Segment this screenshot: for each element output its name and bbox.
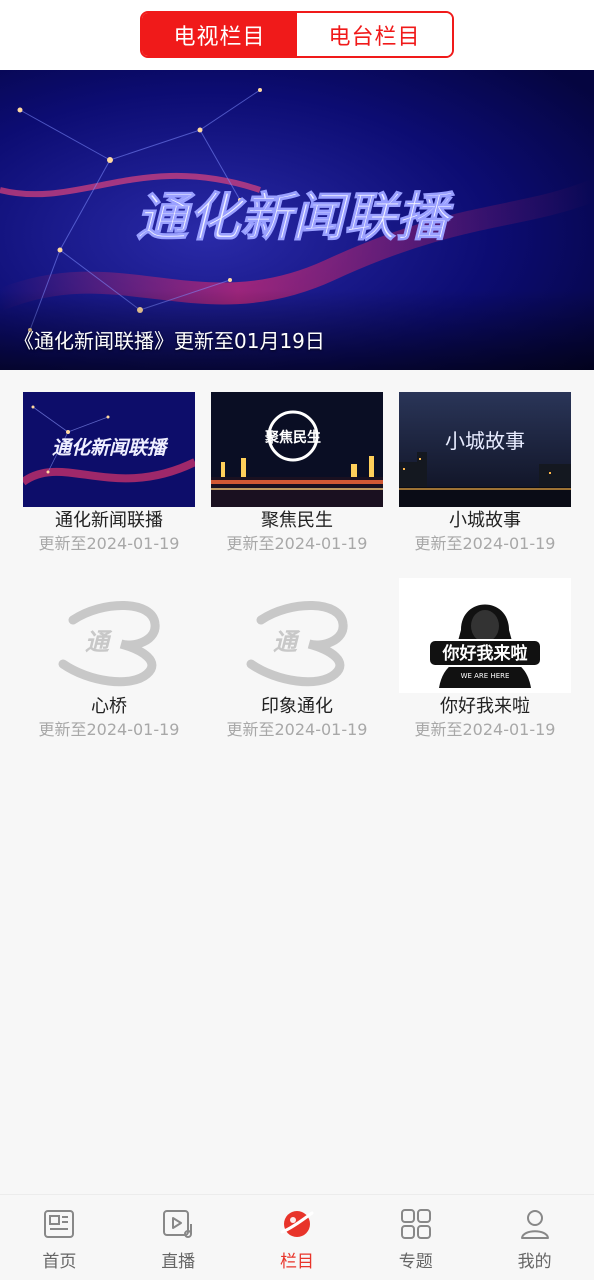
top-bar: 电视栏目 电台栏目 [0, 0, 594, 70]
hooded-figure-logo: 你好我来啦 WE ARE HERE [428, 604, 542, 688]
planet-icon [280, 1211, 314, 1237]
program-title: 小城故事 [449, 510, 521, 531]
svg-text:通化新闻联播: 通化新闻联播 [52, 437, 169, 459]
program-update-date: 更新至2024-01-19 [414, 534, 556, 553]
channel-type-switch: 电视栏目 电台栏目 [140, 11, 454, 58]
program-card[interactable]: 你好我来啦 WE ARE HERE 你好我来啦 更新至2024-01-19 [399, 578, 571, 748]
program-update-date: 更新至2024-01-19 [414, 720, 556, 739]
radio-programs-tab[interactable]: 电台栏目 [297, 13, 452, 56]
news-icon [44, 1210, 75, 1238]
tab-label: 直播 [161, 1252, 196, 1272]
program-thumbnail: 你好我来啦 WE ARE HERE [399, 578, 571, 693]
program-card[interactable]: 小城故事 小城故事 更新至2024-01-19 [399, 392, 571, 562]
program-thumbnail: 通 [211, 578, 383, 693]
svg-text:通: 通 [273, 627, 301, 656]
tab-live[interactable]: 直播 [119, 1195, 238, 1280]
program-update-date: 更新至2024-01-19 [226, 720, 368, 739]
program-thumbnail: 通化新闻联播 [23, 392, 195, 507]
program-card[interactable]: 通 心桥 更新至2024-01-19 [23, 578, 195, 748]
station-logo-icon: 通 [58, 601, 160, 687]
program-card[interactable]: 聚焦民生 聚焦民生 更新至2024-01-19 [211, 392, 383, 562]
program-card[interactable]: 通 印象通化 更新至2024-01-19 [211, 578, 383, 748]
tab-programs[interactable]: 栏目 [238, 1195, 357, 1280]
program-title: 你好我来啦 [440, 696, 530, 717]
banner-title-overlay: 通化新闻联播 [136, 188, 455, 248]
program-thumbnail: 聚焦民生 [211, 392, 383, 507]
tab-home[interactable]: 首页 [0, 1195, 119, 1280]
tab-label: 专题 [398, 1252, 433, 1272]
program-title: 通化新闻联播 [55, 510, 163, 531]
featured-banner[interactable]: 通化新闻联播 《通化新闻联播》更新至01月19日 [0, 70, 594, 370]
tab-label: 我的 [517, 1252, 552, 1272]
svg-text:聚焦民生: 聚焦民生 [264, 429, 321, 446]
program-update-date: 更新至2024-01-19 [226, 534, 368, 553]
tab-mine[interactable]: 我的 [475, 1195, 594, 1280]
program-title: 心桥 [91, 696, 127, 717]
tab-topics[interactable]: 专题 [356, 1195, 475, 1280]
tab-label: 栏目 [279, 1252, 314, 1272]
program-thumbnail: 小城故事 [399, 392, 571, 507]
tab-label: 首页 [42, 1252, 77, 1272]
svg-text:你好我来啦: 你好我来啦 [442, 643, 528, 664]
live-video-icon [163, 1210, 193, 1238]
program-update-date: 更新至2024-01-19 [38, 534, 180, 553]
grid-icon [400, 1209, 431, 1239]
user-icon [520, 1210, 549, 1239]
program-card[interactable]: 通化新闻联播 通化新闻联播 更新至2024-01-19 [23, 392, 195, 562]
svg-text:小城故事: 小城故事 [445, 429, 525, 453]
program-title: 聚焦民生 [261, 510, 333, 531]
bottom-tab-bar: 首页 直播 栏目 专题 我的 [0, 1194, 594, 1280]
program-thumbnail: 通 [23, 578, 195, 693]
program-update-date: 更新至2024-01-19 [38, 720, 180, 739]
banner-caption: 《通化新闻联播》更新至01月19日 [14, 329, 325, 353]
program-title: 印象通化 [261, 696, 333, 717]
station-logo-icon: 通 [246, 601, 348, 687]
svg-text:WE ARE HERE: WE ARE HERE [461, 672, 510, 680]
tv-programs-tab[interactable]: 电视栏目 [142, 13, 297, 56]
svg-text:通: 通 [85, 627, 113, 656]
